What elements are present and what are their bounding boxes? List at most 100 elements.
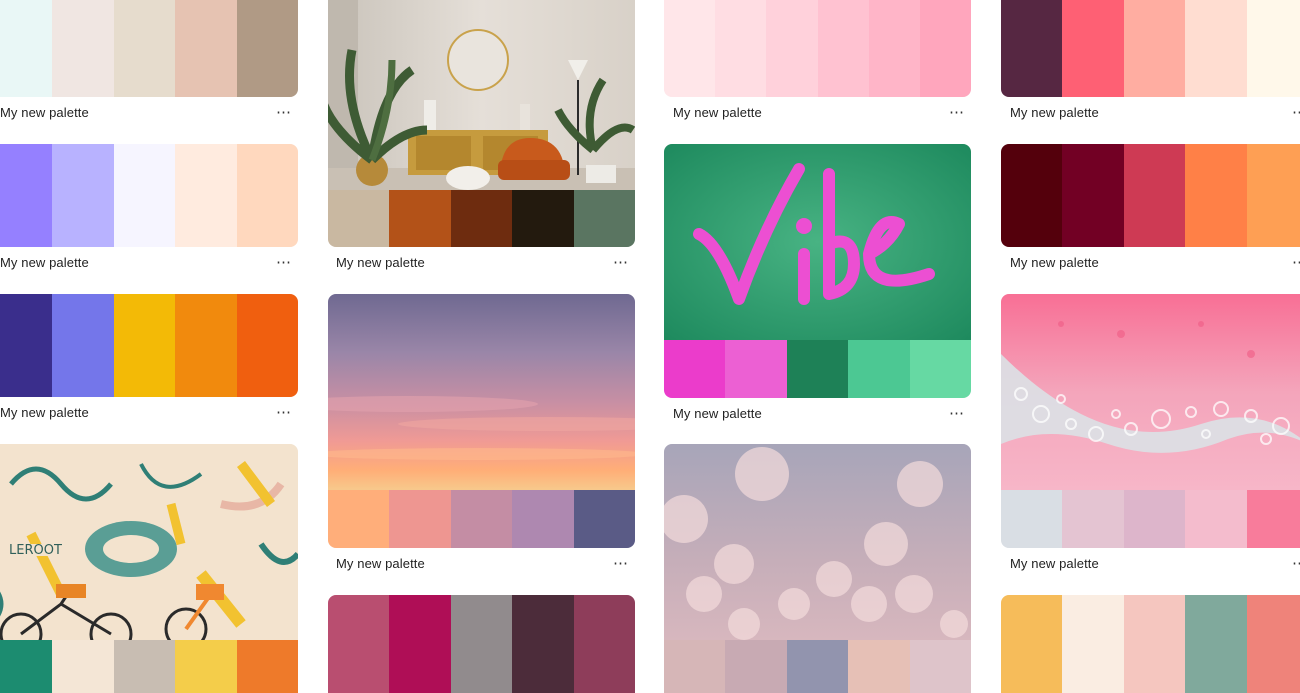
more-options-icon[interactable]: ⋯ xyxy=(1292,253,1300,271)
palette-card[interactable]: My new palette ⋯ xyxy=(664,0,971,121)
color-swatch[interactable] xyxy=(52,144,114,247)
palette-preview[interactable]: LEROOT xyxy=(0,444,298,693)
color-swatch[interactable] xyxy=(664,640,726,693)
color-swatch[interactable] xyxy=(1123,490,1186,548)
palette-card[interactable] xyxy=(328,595,635,693)
more-options-icon[interactable]: ⋯ xyxy=(949,103,971,121)
color-swatch[interactable] xyxy=(52,0,114,97)
color-swatch[interactable] xyxy=(113,144,176,247)
color-swatch[interactable] xyxy=(766,0,818,97)
color-swatch[interactable] xyxy=(1123,595,1186,693)
color-swatch[interactable] xyxy=(1185,490,1247,548)
color-swatch[interactable] xyxy=(113,0,176,97)
color-swatch[interactable] xyxy=(1001,490,1063,548)
palette-preview[interactable] xyxy=(0,144,298,247)
color-swatch[interactable] xyxy=(1185,144,1247,247)
color-swatch[interactable] xyxy=(328,595,390,693)
palette-card[interactable] xyxy=(1001,595,1300,693)
color-swatch[interactable] xyxy=(786,640,849,693)
color-swatch[interactable] xyxy=(1185,595,1247,693)
color-swatch[interactable] xyxy=(236,0,298,97)
palette-card[interactable]: My new palette ⋯ xyxy=(1001,0,1300,121)
color-swatch[interactable] xyxy=(817,0,869,97)
color-swatch[interactable] xyxy=(786,340,849,398)
color-swatch[interactable] xyxy=(868,0,920,97)
color-swatch[interactable] xyxy=(664,0,716,97)
more-options-icon[interactable]: ⋯ xyxy=(1292,103,1300,121)
palette-card[interactable]: My new palette ⋯ xyxy=(0,0,298,121)
palette-preview[interactable] xyxy=(328,0,635,247)
more-options-icon[interactable]: ⋯ xyxy=(276,403,298,421)
palette-card[interactable]: My new palette ⋯ xyxy=(1001,294,1300,572)
color-swatch[interactable] xyxy=(0,0,53,97)
color-swatch[interactable] xyxy=(52,640,114,693)
palette-card[interactable]: My new palette ⋯ xyxy=(328,294,635,572)
color-swatch[interactable] xyxy=(328,190,390,247)
more-options-icon[interactable]: ⋯ xyxy=(1292,554,1300,572)
color-swatch[interactable] xyxy=(1246,144,1300,247)
more-options-icon[interactable]: ⋯ xyxy=(613,554,635,572)
color-swatch[interactable] xyxy=(573,595,635,693)
color-swatch[interactable] xyxy=(236,294,298,397)
color-swatch[interactable] xyxy=(725,640,787,693)
color-swatch[interactable] xyxy=(919,0,971,97)
palette-card[interactable]: My new palette ⋯ xyxy=(664,144,971,422)
palette-card[interactable]: My new palette ⋯ xyxy=(0,294,298,421)
palette-preview[interactable] xyxy=(664,144,971,398)
color-swatch[interactable] xyxy=(175,144,237,247)
palette-preview[interactable] xyxy=(664,0,971,97)
color-swatch[interactable] xyxy=(1185,0,1247,97)
palette-card[interactable]: My new palette ⋯ xyxy=(1001,144,1300,271)
color-swatch[interactable] xyxy=(573,490,635,548)
palette-card[interactable]: My new palette ⋯ xyxy=(328,0,635,271)
color-swatch[interactable] xyxy=(909,340,971,398)
palette-card[interactable]: LEROOT xyxy=(0,444,298,693)
color-swatch[interactable] xyxy=(1062,490,1124,548)
color-swatch[interactable] xyxy=(0,144,53,247)
color-swatch[interactable] xyxy=(1062,144,1124,247)
color-swatch[interactable] xyxy=(1001,144,1063,247)
color-swatch[interactable] xyxy=(450,190,513,247)
more-options-icon[interactable]: ⋯ xyxy=(949,404,971,422)
color-swatch[interactable] xyxy=(573,190,635,247)
color-swatch[interactable] xyxy=(113,640,176,693)
more-options-icon[interactable]: ⋯ xyxy=(276,253,298,271)
color-swatch[interactable] xyxy=(328,490,390,548)
color-swatch[interactable] xyxy=(175,294,237,397)
color-swatch[interactable] xyxy=(0,640,53,693)
color-swatch[interactable] xyxy=(1001,0,1063,97)
color-swatch[interactable] xyxy=(175,0,237,97)
palette-preview[interactable] xyxy=(328,595,635,693)
color-swatch[interactable] xyxy=(909,640,971,693)
palette-preview[interactable] xyxy=(0,294,298,397)
color-swatch[interactable] xyxy=(236,640,298,693)
color-swatch[interactable] xyxy=(725,340,787,398)
palette-card[interactable]: My new palette ⋯ xyxy=(0,144,298,271)
color-swatch[interactable] xyxy=(0,294,53,397)
palette-preview[interactable] xyxy=(1001,0,1300,97)
color-swatch[interactable] xyxy=(175,640,237,693)
palette-preview[interactable] xyxy=(328,294,635,548)
color-swatch[interactable] xyxy=(236,144,298,247)
palette-preview[interactable] xyxy=(1001,595,1300,693)
color-swatch[interactable] xyxy=(450,490,513,548)
palette-preview[interactable] xyxy=(0,0,298,97)
color-swatch[interactable] xyxy=(1246,0,1300,97)
palette-preview[interactable] xyxy=(1001,144,1300,247)
color-swatch[interactable] xyxy=(1062,0,1124,97)
color-swatch[interactable] xyxy=(1062,595,1124,693)
color-swatch[interactable] xyxy=(664,340,726,398)
more-options-icon[interactable]: ⋯ xyxy=(276,103,298,121)
color-swatch[interactable] xyxy=(715,0,767,97)
palette-card[interactable] xyxy=(664,444,971,693)
color-swatch[interactable] xyxy=(512,595,574,693)
color-swatch[interactable] xyxy=(512,490,574,548)
palette-preview[interactable] xyxy=(664,444,971,693)
color-swatch[interactable] xyxy=(450,595,513,693)
color-swatch[interactable] xyxy=(1123,144,1186,247)
palette-preview[interactable] xyxy=(1001,294,1300,548)
color-swatch[interactable] xyxy=(512,190,574,247)
color-swatch[interactable] xyxy=(1246,595,1300,693)
more-options-icon[interactable]: ⋯ xyxy=(613,253,635,271)
color-swatch[interactable] xyxy=(389,595,451,693)
